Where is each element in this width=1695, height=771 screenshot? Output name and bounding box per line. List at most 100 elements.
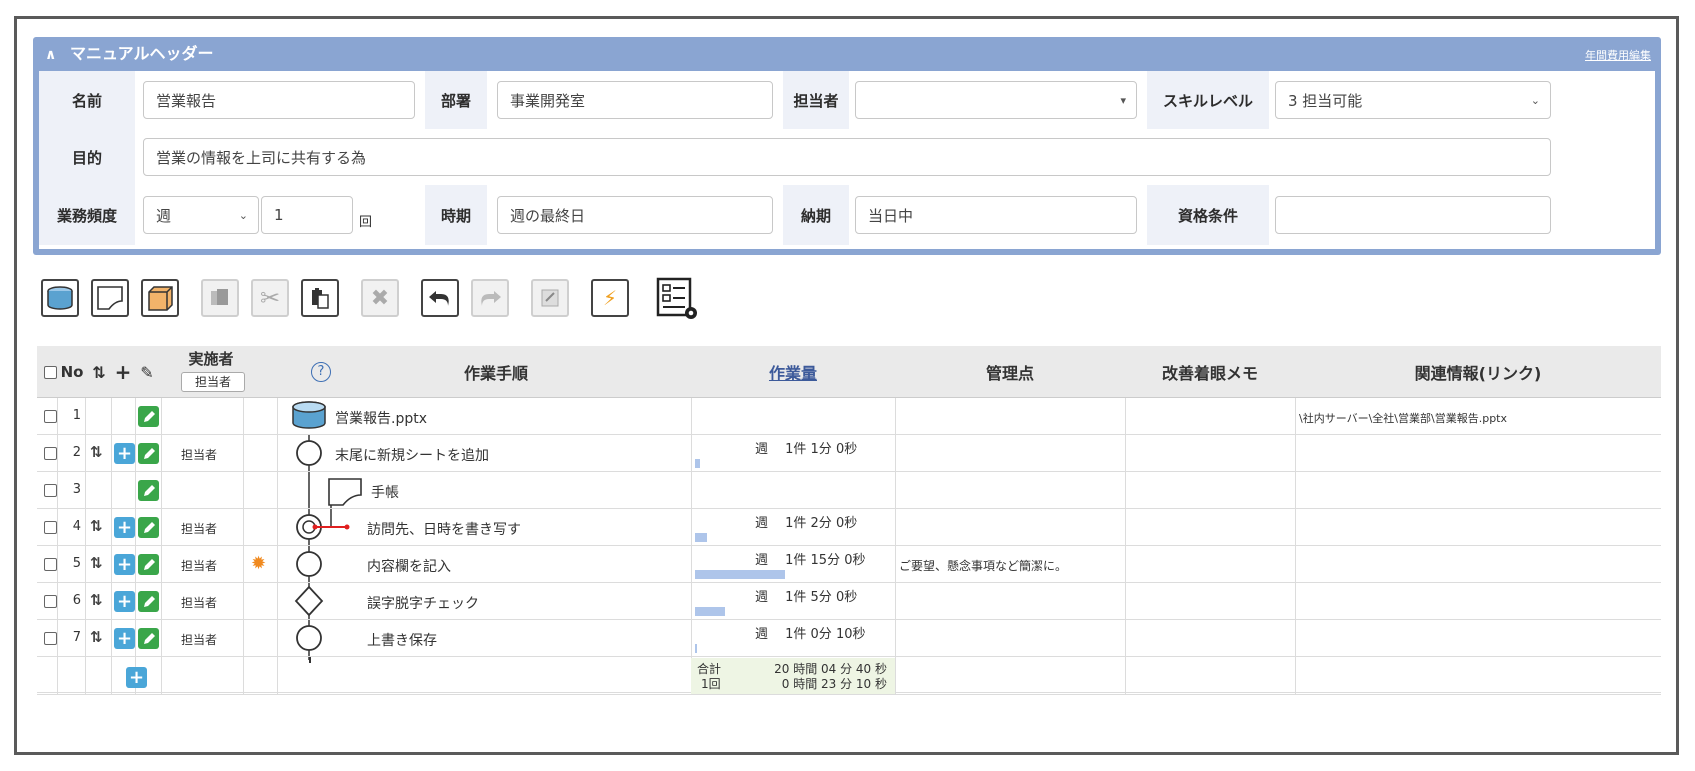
table-row: 4 ⇅ + 担当者 訪問先、日時を書き写す 週 1件 2分 0秒	[37, 509, 1661, 546]
procedure-step[interactable]: 営業報告.pptx	[335, 408, 427, 428]
app-frame: ∧ マニュアルヘッダー 年間費用編集 名前 営業報告 部署 事業開発室 担当者 …	[14, 16, 1679, 755]
header-volume-link[interactable]: 作業量	[691, 346, 895, 398]
procedure-step[interactable]: 上書き保存	[367, 630, 437, 650]
procedure-step[interactable]: 末尾に新規シートを追加	[335, 445, 489, 465]
add-step-button[interactable]: +	[114, 591, 135, 612]
sun-icon: ✹	[251, 553, 267, 574]
edit-button[interactable]	[138, 628, 159, 649]
flash-button[interactable]: ⚡	[591, 279, 629, 317]
deadline-field[interactable]: 当日中	[855, 196, 1137, 234]
add-step-button[interactable]: +	[114, 554, 135, 575]
add-data-button[interactable]	[41, 279, 79, 317]
chevron-down-icon: ⌄	[238, 208, 248, 222]
performer-label: 担当者	[181, 522, 218, 536]
edit-button[interactable]	[138, 443, 159, 464]
performer-label: 担当者	[181, 559, 218, 573]
table-row: 6 ⇅ + 担当者 誤字脱字チェック 週 1件 5分 0秒	[37, 583, 1661, 620]
data-icon	[47, 286, 73, 310]
row-checkbox[interactable]	[44, 521, 57, 534]
pencil-icon	[143, 410, 155, 422]
redo-icon	[481, 291, 501, 306]
row-checkbox[interactable]	[44, 484, 57, 497]
edit-button[interactable]	[138, 554, 159, 575]
document-icon	[97, 286, 123, 310]
note-button[interactable]	[531, 279, 569, 317]
procedure-step[interactable]: 訪問先、日時を書き写す	[367, 519, 521, 539]
edit-button[interactable]	[138, 480, 159, 501]
sort-icon[interactable]: ⇅	[90, 517, 103, 535]
cut-icon: ✂	[259, 284, 281, 312]
timing-field[interactable]: 週の最終日	[497, 196, 773, 234]
row-number: 5	[72, 556, 81, 571]
row-checkbox[interactable]	[44, 595, 57, 608]
add-step-button[interactable]: +	[114, 443, 135, 464]
related-link[interactable]: \社内サーバー\全社\営業部\営業報告.pptx	[1299, 410, 1507, 426]
row-checkbox[interactable]	[44, 447, 57, 460]
work-volume: 週 1件 2分 0秒	[755, 516, 858, 531]
sort-icon[interactable]: ⇅	[90, 554, 103, 572]
purpose-field[interactable]: 営業の情報を上司に共有する為	[143, 138, 1551, 176]
flash-icon: ⚡	[602, 286, 618, 310]
volume-bar	[695, 533, 707, 542]
table-body: 1 営業報告.pptx \社内サーバー\全社\営業部\営業報告.pptx 2 ⇅ + 担当者…	[37, 398, 1661, 694]
edit-button[interactable]	[138, 591, 159, 612]
undo-button[interactable]	[421, 279, 459, 317]
performer-label: 担当者	[181, 633, 218, 647]
undo-icon	[429, 291, 449, 306]
dept-field[interactable]: 事業開発室	[497, 81, 773, 119]
owner-filter-button[interactable]: 担当者	[181, 372, 245, 392]
header-memo: 改善着眼メモ	[1161, 364, 1258, 383]
select-all-checkbox[interactable]	[44, 366, 57, 379]
pencil-icon	[143, 447, 155, 459]
frequency-count-input[interactable]: 1	[261, 196, 353, 234]
add-row-button[interactable]: +	[126, 667, 147, 688]
add-step-button[interactable]: +	[114, 628, 135, 649]
skill-select[interactable]: 3 担当可能 ⌄	[1275, 81, 1551, 119]
header-performer: 実施者	[188, 350, 234, 368]
add-step-button[interactable]: +	[114, 517, 135, 538]
frequency-unit-select[interactable]: 週 ⌄	[143, 196, 259, 234]
procedure-step[interactable]: 内容欄を記入	[367, 556, 451, 576]
row-checkbox[interactable]	[44, 410, 57, 423]
row-number: 3	[72, 482, 81, 497]
procedure-step[interactable]: 手帳	[371, 482, 399, 502]
annual-cost-edit-link[interactable]: 年間費用編集	[1585, 47, 1651, 63]
name-field[interactable]: 営業報告	[143, 81, 415, 119]
data-shape-icon	[292, 401, 326, 429]
delete-button[interactable]: ✖	[361, 279, 399, 317]
pencil-icon	[143, 595, 155, 607]
manual-header-title: マニュアルヘッダー	[69, 44, 214, 63]
pencil-icon: ✎	[140, 362, 154, 382]
table-row: 7 ⇅ + 担当者 上書き保存 週 1件 0分 10秒	[37, 620, 1661, 657]
skill-label: スキルレベル	[1147, 71, 1269, 129]
redo-button[interactable]	[471, 279, 509, 317]
cut-button[interactable]: ✂	[251, 279, 289, 317]
name-label: 名前	[39, 71, 135, 129]
sort-icon[interactable]: ⇅	[90, 443, 103, 461]
add-box-button[interactable]	[141, 279, 179, 317]
add-document-button[interactable]	[91, 279, 129, 317]
sort-icon[interactable]: ⇅	[90, 628, 103, 646]
row-checkbox[interactable]	[44, 632, 57, 645]
edit-button[interactable]	[138, 406, 159, 427]
control-point-text: ご要望、懸念事項など簡潔に。	[899, 559, 1068, 573]
paste-button[interactable]	[301, 279, 339, 317]
purpose-label: 目的	[39, 129, 135, 185]
edit-button[interactable]	[138, 517, 159, 538]
add-icon[interactable]: +	[113, 346, 133, 398]
sort-icon[interactable]: ⇅	[89, 346, 109, 398]
performer-label: 担当者	[181, 448, 218, 462]
table-row: 2 ⇅ + 担当者 末尾に新規シートを追加 週 1件 1分 0秒	[37, 435, 1661, 472]
sort-icon[interactable]: ⇅	[90, 591, 103, 609]
manual-header-toggle[interactable]: ∧ マニュアルヘッダー	[33, 37, 1661, 71]
qualification-field[interactable]	[1275, 196, 1551, 234]
checklist-settings-button[interactable]	[655, 276, 701, 322]
frequency-unit-value: 週	[156, 206, 172, 225]
copy-button[interactable]	[201, 279, 239, 317]
row-checkbox[interactable]	[44, 558, 57, 571]
per-run-label: 1回	[701, 677, 721, 691]
procedure-step[interactable]: 誤字脱字チェック	[367, 593, 479, 613]
document-shape-icon	[328, 478, 362, 506]
frequency-count-suffix: 回	[359, 215, 373, 230]
owner-select[interactable]: ▾	[855, 81, 1137, 119]
